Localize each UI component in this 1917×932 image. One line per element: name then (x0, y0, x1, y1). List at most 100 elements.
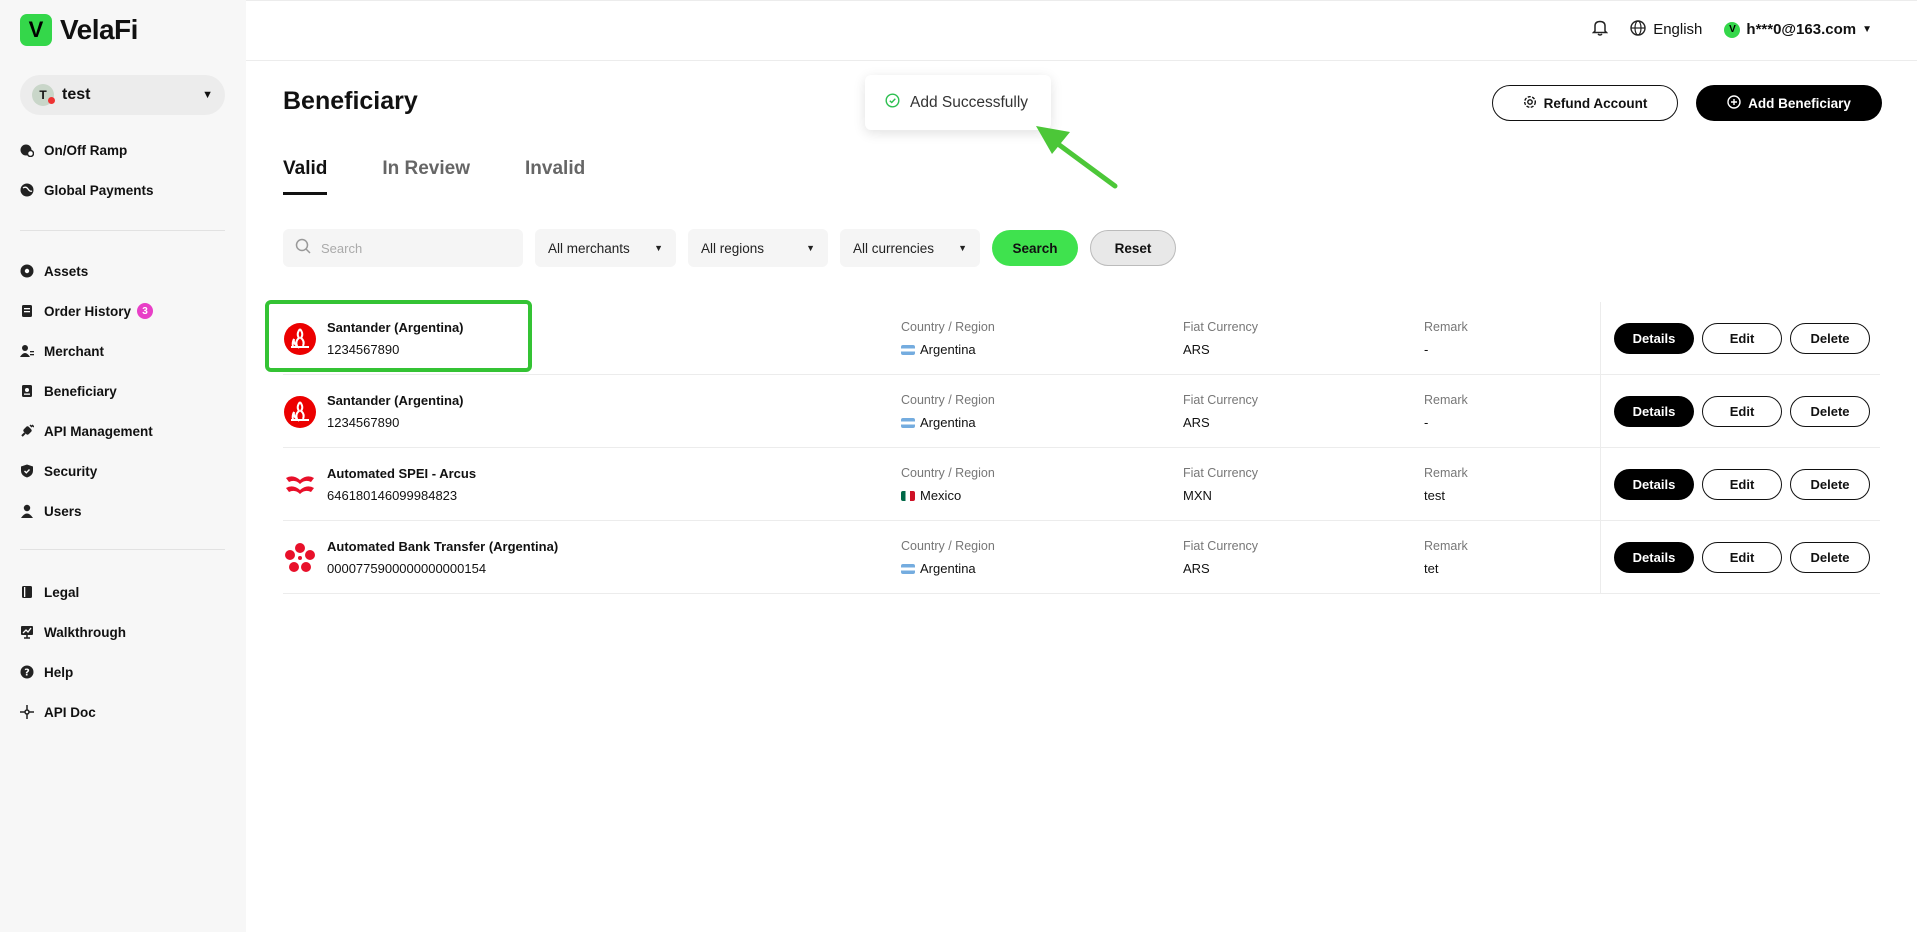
sidebar-item-users[interactable]: Users (20, 491, 225, 531)
sidebar-item-walkthrough[interactable]: Walkthrough (20, 612, 225, 652)
argentina-flag-icon (901, 563, 915, 574)
sidebar-item-label: Legal (44, 584, 80, 600)
edit-button[interactable]: Edit (1702, 542, 1782, 573)
top-bar-actions: English V h***0@163.com ▼ (1591, 19, 1872, 40)
bank-name: Automated SPEI - Arcus (327, 466, 477, 481)
svg-text:?: ? (24, 668, 30, 679)
globe-icon (1630, 19, 1646, 40)
edit-button[interactable]: Edit (1702, 323, 1782, 354)
table-row: Santander (Argentina) 1234567890 Country… (283, 375, 1880, 448)
sidebar-item-help[interactable]: ? Help (20, 652, 225, 692)
details-button[interactable]: Details (1614, 469, 1694, 500)
country-value: Argentina (901, 415, 976, 430)
filter-bar: All merchants ▼ All regions ▼ All curren… (283, 229, 1176, 267)
plus-circle-icon (1727, 94, 1741, 112)
sidebar-item-label: Order History (44, 303, 132, 319)
sidebar-item-api-doc[interactable]: API Doc (20, 692, 225, 732)
edit-button[interactable]: Edit (1702, 396, 1782, 427)
argentina-flag-icon (901, 417, 915, 428)
bank-name: Automated Bank Transfer (Argentina) (327, 539, 559, 554)
tab-invalid[interactable]: Invalid (525, 158, 585, 195)
ramp-icon (20, 143, 34, 157)
caret-down-icon: ▼ (958, 243, 967, 253)
delete-button[interactable]: Delete (1790, 396, 1870, 427)
sidebar-item-onoff-ramp[interactable]: On/Off Ramp (20, 130, 225, 170)
sidebar-item-label: Walkthrough (44, 624, 126, 640)
sidebar-item-order-history[interactable]: Order History 3 (20, 291, 225, 331)
delete-button[interactable]: Delete (1790, 542, 1870, 573)
assets-icon (20, 264, 34, 278)
country-name: Argentina (920, 561, 976, 576)
country-label: Country / Region (901, 393, 995, 407)
sidebar-item-label: Merchant (44, 343, 105, 359)
country-name: Argentina (920, 415, 976, 430)
table-row: Automated SPEI - Arcus 64618014609998482… (283, 448, 1880, 521)
refund-account-button[interactable]: Refund Account (1492, 85, 1678, 121)
country-label: Country / Region (901, 466, 995, 480)
help-icon: ? (20, 665, 34, 679)
plug-icon (20, 424, 34, 438)
region-select[interactable]: All regions ▼ (688, 229, 828, 267)
add-beneficiary-label: Add Beneficiary (1748, 95, 1851, 111)
sidebar-item-merchant[interactable]: Merchant (20, 331, 225, 371)
refund-account-label: Refund Account (1543, 95, 1648, 111)
caret-down-icon: ▼ (202, 89, 213, 101)
search-button[interactable]: Search (992, 230, 1078, 266)
add-beneficiary-button[interactable]: Add Beneficiary (1696, 85, 1882, 121)
remark-label: Remark (1424, 466, 1468, 480)
delete-button[interactable]: Delete (1790, 469, 1870, 500)
sidebar-item-label: Global Payments (44, 182, 154, 198)
sidebar-item-assets[interactable]: Assets (20, 251, 225, 291)
arcus-logo-icon (283, 468, 317, 502)
user-email: h***0@163.com (1746, 21, 1857, 38)
details-button[interactable]: Details (1614, 396, 1694, 427)
caret-down-icon: ▼ (1862, 24, 1872, 35)
santander-logo-icon (283, 322, 317, 356)
currency-select[interactable]: All currencies ▼ (840, 229, 980, 267)
logo-text: VelaFi (60, 14, 138, 45)
currency-value: ARS (1183, 342, 1210, 357)
user-menu[interactable]: V h***0@163.com ▼ (1724, 21, 1872, 38)
order-count-badge: 3 (137, 303, 154, 319)
account-number: 1234567890 (327, 342, 400, 357)
sidebar-item-legal[interactable]: Legal (20, 572, 225, 612)
details-button[interactable]: Details (1614, 323, 1694, 354)
column-divider (1600, 302, 1601, 375)
user-avatar: V (1724, 21, 1741, 38)
sidebar-item-security[interactable]: Security (20, 451, 225, 491)
logo[interactable]: V VelaFi (20, 14, 138, 46)
tab-valid[interactable]: Valid (283, 158, 328, 195)
sidebar-item-beneficiary[interactable]: Beneficiary (20, 371, 225, 411)
details-button[interactable]: Details (1614, 542, 1694, 573)
delete-button[interactable]: Delete (1790, 323, 1870, 354)
santander-logo-icon (283, 395, 317, 429)
column-divider (1600, 375, 1601, 448)
merchant-select[interactable]: All merchants ▼ (535, 229, 676, 267)
search-box (283, 229, 523, 267)
nav-group-support: Legal Walkthrough ? Help API Doc (20, 572, 225, 732)
column-divider (1600, 521, 1601, 594)
shield-icon (20, 464, 34, 478)
sidebar-divider (20, 549, 225, 550)
sidebar-item-label: Beneficiary (44, 383, 117, 399)
remark-label: Remark (1424, 320, 1468, 334)
bank-flower-logo-icon (283, 541, 317, 575)
merchant-select-value: All merchants (548, 240, 630, 256)
search-icon (295, 238, 311, 259)
bell-icon[interactable] (1591, 19, 1609, 40)
bank-name: Santander (Argentina) (327, 320, 464, 335)
sidebar-item-global-payments[interactable]: Global Payments (20, 170, 225, 210)
remark-value: tet (1424, 561, 1439, 576)
workspace-selector[interactable]: T test ▼ (20, 75, 225, 115)
tab-in-review[interactable]: In Review (382, 158, 470, 195)
remark-label: Remark (1424, 393, 1468, 407)
bank-name: Santander (Argentina) (327, 393, 464, 408)
search-input[interactable] (321, 240, 501, 256)
language-label: English (1653, 21, 1703, 38)
currency-value: ARS (1183, 561, 1210, 576)
edit-button[interactable]: Edit (1702, 469, 1782, 500)
reset-button[interactable]: Reset (1090, 230, 1176, 266)
language-selector[interactable]: English (1630, 19, 1703, 40)
country-value: Argentina (901, 561, 976, 576)
sidebar-item-api-management[interactable]: API Management (20, 411, 225, 451)
